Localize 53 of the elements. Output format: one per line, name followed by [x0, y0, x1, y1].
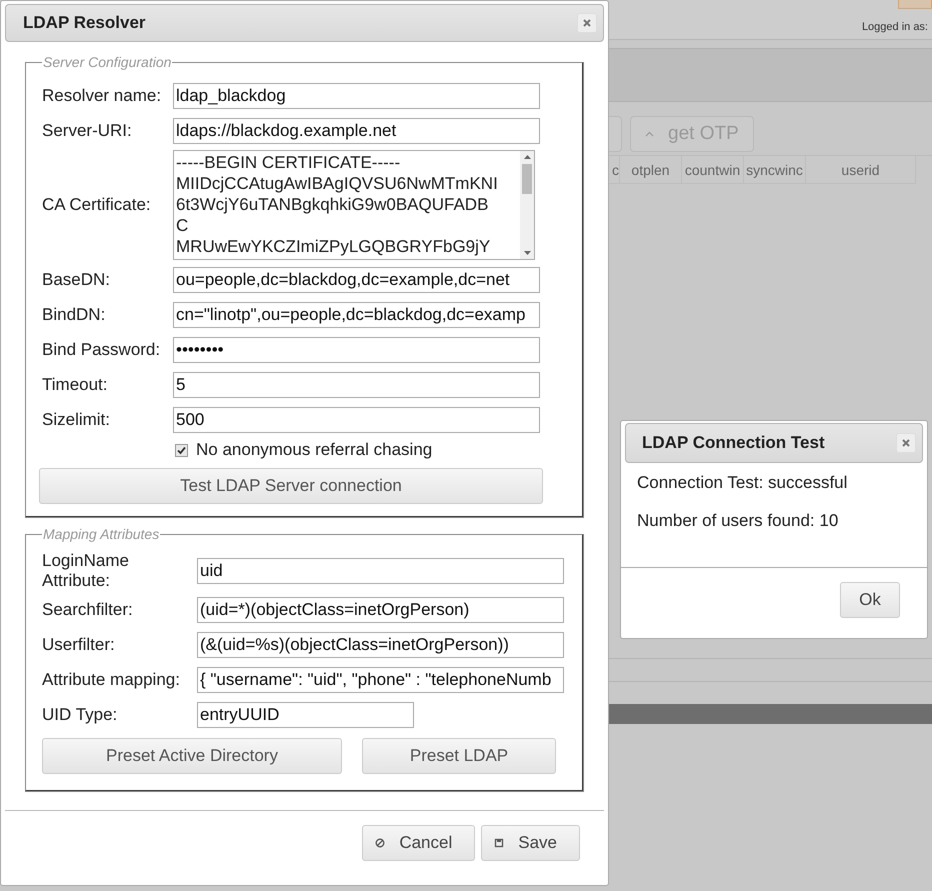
input-field[interactable]: (&(uid=%s)(objectClass=inetOrgPerson)) [197, 632, 564, 658]
scrollbar[interactable] [520, 151, 534, 259]
input-field[interactable]: (uid=*)(objectClass=inetOrgPerson) [197, 596, 564, 622]
result-text: Number of users found: 10 [637, 511, 840, 531]
field-label: CA Certificate: [42, 195, 152, 215]
input-field[interactable]: cn="linotp",ou=people,dc=blackdog,dc=examp [173, 302, 540, 328]
scroll-down-arrow-icon[interactable] [522, 250, 532, 256]
input-field[interactable]: uid [197, 558, 564, 584]
field-label: LoginName Attribute: [42, 551, 130, 591]
cancel-icon [375, 838, 386, 848]
cancel-button[interactable]: Cancel [362, 825, 476, 861]
close-icon [582, 18, 592, 28]
ok-button[interactable]: Ok [840, 582, 900, 618]
field-label: Userfilter: [42, 634, 116, 654]
preset-button[interactable]: Preset Active Directory [42, 738, 342, 774]
field-label: Resolver name: [42, 86, 162, 106]
scroll-up-arrow-icon[interactable] [522, 154, 532, 160]
input-field[interactable]: ou=people,dc=blackdog,dc=example,dc=net [173, 266, 540, 292]
input-field[interactable]: entryUUID [197, 702, 414, 728]
checkbox-label: No anonymous referral chasing [196, 440, 432, 460]
password-field[interactable]: •••••••• [173, 336, 540, 362]
field-label: Sizelimit: [42, 410, 112, 430]
field-label: Attribute mapping: [42, 670, 181, 690]
group-legend: Mapping Attributes [42, 526, 160, 542]
field-label: BaseDN: [42, 270, 112, 290]
input-field[interactable]: 500 [173, 406, 540, 432]
test-connection-button[interactable]: Test LDAP Server connection [39, 468, 543, 504]
field-label: BindDN: [42, 304, 106, 324]
dialog-title: LDAP Resolver [23, 13, 146, 33]
caret-icon [645, 131, 654, 137]
field-label: Timeout: [42, 374, 109, 394]
certificate-textarea[interactable]: -----BEGIN CERTIFICATE----- MIIDcjCCAtugAwIBAgIQVSU6NwMTmKNI 6t3WcjY6uTANBgkqhkiG9w0BAQUFADB C MRUwEwYKCZImiZPyLGQBGRYFbG9jY [173, 150, 535, 260]
input-field[interactable]: { "username": "uid", "phone" : "telephoneNumb [197, 666, 564, 692]
field-label: Searchfilter: [42, 600, 134, 620]
field-label: Bind Password: [42, 340, 162, 360]
group-legend: Server Configuration [42, 54, 172, 70]
close-button[interactable] [896, 433, 916, 453]
field-label: UID Type: [42, 704, 118, 724]
logo-fragment [898, 0, 932, 9]
input-field[interactable]: ldap_blackdog [173, 82, 540, 108]
checkbox[interactable] [175, 444, 188, 456]
preset-button[interactable]: Preset LDAP [362, 738, 556, 774]
save-button[interactable]: Save [481, 825, 580, 861]
scrollbar-thumb[interactable] [522, 164, 532, 194]
result-text: Connection Test: successful [637, 473, 848, 493]
input-field[interactable]: ldaps://blackdog.example.net [173, 118, 540, 144]
dialog-title: LDAP Connection Test [642, 433, 825, 453]
input-field[interactable]: 5 [173, 372, 540, 398]
save-icon [494, 838, 504, 848]
close-icon [901, 438, 911, 448]
field-label: Server-URI: [42, 120, 133, 140]
close-button[interactable] [577, 13, 597, 33]
logged-in-label: Logged in as: [862, 21, 928, 33]
